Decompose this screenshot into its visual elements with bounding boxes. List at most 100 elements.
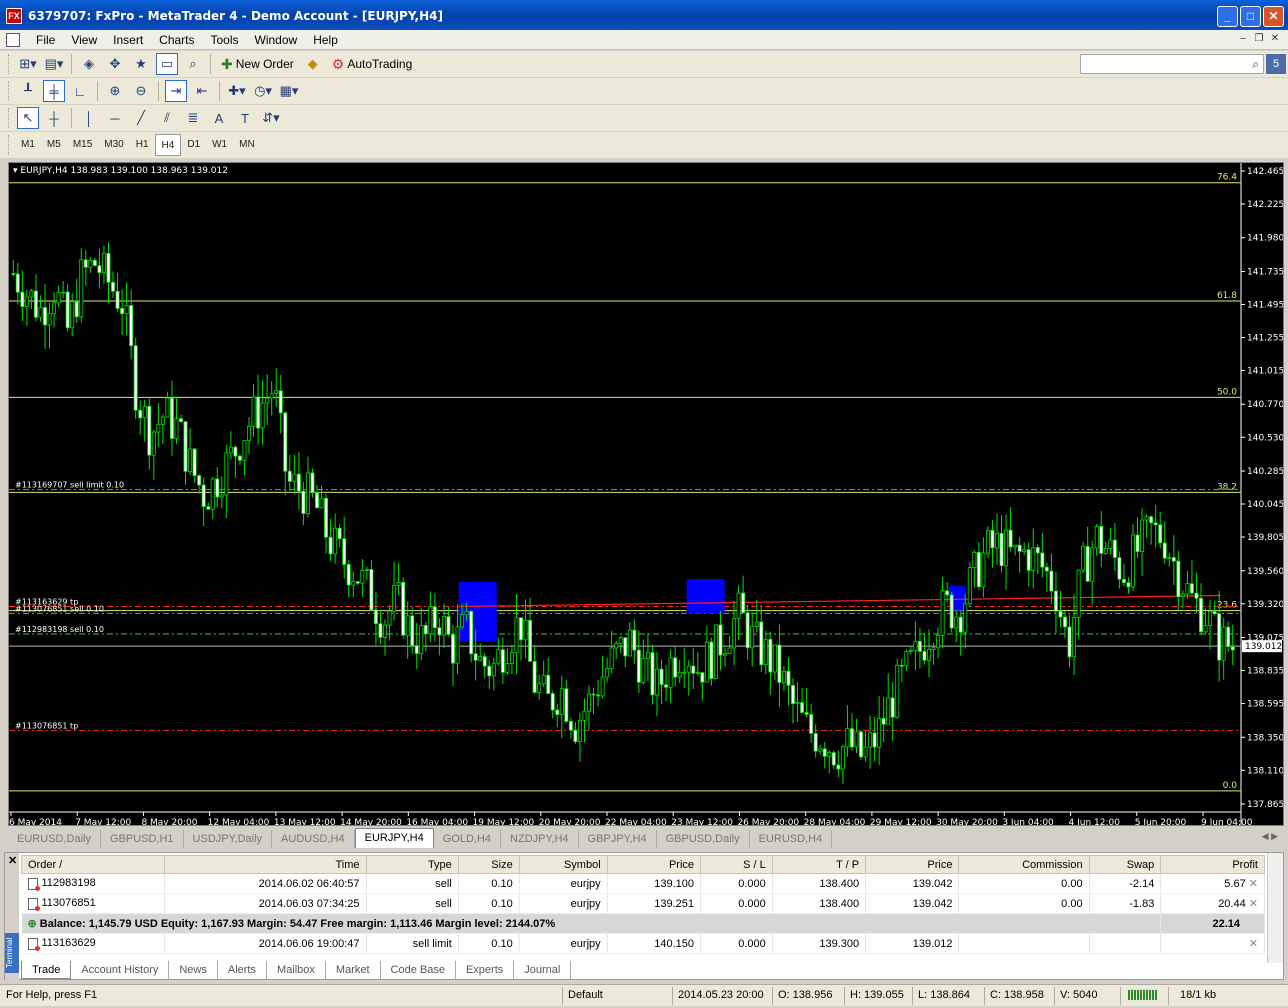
- column-header[interactable]: Order /: [21, 855, 165, 874]
- text-label-icon[interactable]: T: [234, 107, 256, 129]
- column-header[interactable]: Swap: [1088, 855, 1162, 874]
- equidistant-channel-icon[interactable]: ⫽: [156, 107, 178, 129]
- terminal-icon[interactable]: ▭: [156, 53, 178, 75]
- candle-body: [1058, 610, 1063, 618]
- tab-code-base[interactable]: Code Base: [381, 961, 456, 979]
- candlestick-icon[interactable]: ╪: [43, 80, 65, 102]
- chart-tab-active[interactable]: EURJPY,H4: [354, 828, 434, 848]
- tab-scroll-arrows-icon[interactable]: ◀ ▶: [1262, 831, 1278, 842]
- timeframe-m1[interactable]: M1: [15, 134, 41, 156]
- cursor-icon[interactable]: ↖: [17, 107, 39, 129]
- line-chart-icon[interactable]: ∟: [69, 80, 91, 102]
- horizontal-line-icon[interactable]: ─: [104, 107, 126, 129]
- menu-view[interactable]: View: [63, 33, 105, 47]
- new-chart-icon[interactable]: ⊞▾: [17, 53, 39, 75]
- column-header[interactable]: T / P: [771, 855, 867, 874]
- menu-tools[interactable]: Tools: [203, 33, 247, 47]
- column-header[interactable]: S / L: [700, 855, 773, 874]
- trendline-icon[interactable]: ╱: [130, 107, 152, 129]
- minimize-button[interactable]: _: [1217, 6, 1238, 27]
- column-header[interactable]: Price: [865, 855, 960, 874]
- mdi-restore-icon[interactable]: ❐: [1252, 32, 1266, 46]
- column-header[interactable]: Price: [606, 855, 702, 874]
- chart-tab[interactable]: EURUSD,Daily: [8, 830, 101, 848]
- data-window-icon[interactable]: ✥: [104, 53, 126, 75]
- new-order-button[interactable]: ✚ New Order: [215, 53, 300, 75]
- price-chart[interactable]: 142.465 142.225 141.980 141.735 141.495 141.2…: [8, 162, 1284, 826]
- tab-journal[interactable]: Journal: [514, 961, 572, 979]
- metaeditor-icon[interactable]: ◆: [302, 53, 324, 75]
- column-header[interactable]: Symbol: [518, 855, 608, 874]
- timeframe-mn[interactable]: MN: [233, 134, 261, 156]
- menu-help[interactable]: Help: [305, 33, 346, 47]
- tab-account-history[interactable]: Account History: [71, 961, 170, 979]
- tab-experts[interactable]: Experts: [456, 961, 515, 979]
- menu-insert[interactable]: Insert: [105, 33, 151, 47]
- market-watch-icon[interactable]: ◈: [78, 53, 100, 75]
- bar-chart-icon[interactable]: ┸: [17, 80, 39, 102]
- table-row[interactable]: 113163629 2014.06.06 19:00:47 sell limit…: [21, 933, 1265, 954]
- maximize-button[interactable]: □: [1240, 6, 1261, 27]
- chart-tab[interactable]: GOLD,H4: [434, 830, 502, 848]
- zoom-out-icon[interactable]: ⊖: [130, 80, 152, 102]
- timeframe-w1[interactable]: W1: [206, 134, 233, 156]
- mdi-minimize-icon[interactable]: –: [1236, 32, 1250, 46]
- menu-file[interactable]: File: [28, 33, 63, 47]
- column-header[interactable]: Time: [163, 855, 367, 874]
- chart-tab[interactable]: GBPJPY,H4: [579, 830, 657, 848]
- auto-scroll-icon[interactable]: ⇥: [165, 80, 187, 102]
- chart-tab[interactable]: GBPUSD,Daily: [657, 830, 750, 848]
- terminal-scrollbar[interactable]: [1267, 853, 1283, 963]
- timeframe-m5[interactable]: M5: [41, 134, 67, 156]
- chart-tab[interactable]: USDJPY,Daily: [184, 830, 273, 848]
- document-icon[interactable]: [6, 32, 20, 47]
- column-header[interactable]: Size: [457, 855, 520, 874]
- periods-icon[interactable]: ◷▾: [252, 80, 274, 102]
- search-input[interactable]: ⌕: [1080, 54, 1264, 74]
- close-button[interactable]: ✕: [1263, 6, 1284, 27]
- chart-canvas[interactable]: 142.465 142.225 141.980 141.735 141.495 141.2…: [9, 163, 1283, 825]
- navigator-icon[interactable]: ★: [130, 53, 152, 75]
- timeframe-h4[interactable]: H4: [154, 134, 182, 156]
- chart-tab[interactable]: AUDUSD,H4: [272, 830, 355, 848]
- table-row[interactable]: 113076851 2014.06.03 07:34:25 sell 0.10 …: [21, 893, 1265, 914]
- column-header[interactable]: Type: [365, 855, 459, 874]
- zoom-in-icon[interactable]: ⊕: [104, 80, 126, 102]
- tab-trade[interactable]: Trade: [21, 961, 72, 979]
- column-header[interactable]: Commission: [958, 855, 1090, 874]
- delete-order-icon[interactable]: ✕: [1249, 938, 1258, 950]
- timeframe-d1[interactable]: D1: [181, 134, 206, 156]
- community-button[interactable]: 5: [1266, 54, 1286, 74]
- tab-mailbox[interactable]: Mailbox: [267, 961, 326, 979]
- text-icon[interactable]: A: [208, 107, 230, 129]
- strategy-tester-icon[interactable]: ⌕: [182, 53, 204, 75]
- terminal-close-icon[interactable]: ✕: [8, 854, 17, 867]
- column-header[interactable]: Profit: [1160, 855, 1265, 874]
- mdi-close-icon[interactable]: ✕: [1268, 32, 1282, 46]
- vertical-line-icon[interactable]: │: [78, 107, 100, 129]
- chart-shift-icon[interactable]: ⇤: [191, 80, 213, 102]
- templates-icon[interactable]: ▦▾: [278, 80, 300, 102]
- table-row[interactable]: 112983198 2014.06.02 06:40:57 sell 0.10 …: [21, 873, 1265, 894]
- close-order-icon[interactable]: ✕: [1249, 898, 1258, 910]
- candle-body: [945, 590, 950, 596]
- timeframe-h1[interactable]: H1: [130, 134, 155, 156]
- indicators-icon[interactable]: ✚▾: [226, 80, 248, 102]
- crosshair-icon[interactable]: ┼: [43, 107, 65, 129]
- autotrading-button[interactable]: ⚙ AutoTrading: [326, 53, 419, 75]
- timeframe-m15[interactable]: M15: [67, 134, 98, 156]
- timeframe-m30[interactable]: M30: [98, 134, 129, 156]
- menu-charts[interactable]: Charts: [151, 33, 202, 47]
- chart-tab[interactable]: GBPUSD,H1: [101, 830, 184, 848]
- close-order-icon[interactable]: ✕: [1249, 878, 1258, 890]
- bid-price-label: 139.012: [1245, 642, 1282, 652]
- chart-tab[interactable]: EURUSD,H4: [750, 830, 833, 848]
- tab-alerts[interactable]: Alerts: [218, 961, 267, 979]
- arrows-icon[interactable]: ⇵▾: [260, 107, 282, 129]
- chart-tab[interactable]: NZDJPY,H4: [501, 830, 579, 848]
- fibonacci-icon[interactable]: ≣: [182, 107, 204, 129]
- profiles-icon[interactable]: ▤▾: [43, 53, 65, 75]
- menu-window[interactable]: Window: [247, 33, 306, 47]
- tab-market[interactable]: Market: [326, 961, 381, 979]
- tab-news[interactable]: News: [169, 961, 218, 979]
